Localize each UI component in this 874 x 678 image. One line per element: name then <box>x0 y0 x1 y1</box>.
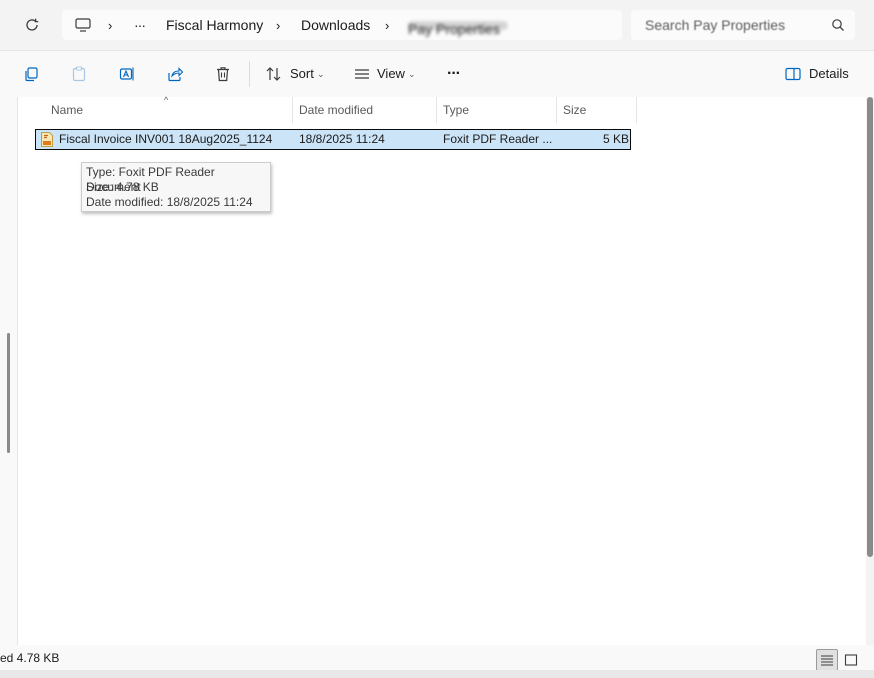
chevron-down-icon: ⌄ <box>408 69 416 79</box>
delete-button[interactable] <box>213 64 233 84</box>
sort-button[interactable]: Sort <box>290 51 314 97</box>
search-input[interactable]: Search Pay Properties <box>645 10 785 40</box>
column-header-size[interactable]: Size <box>563 97 586 123</box>
view-button[interactable]: View <box>377 51 405 97</box>
breadcrumb-downloads[interactable]: Downloads <box>301 10 370 40</box>
file-type: Foxit PDF Reader ... <box>443 132 553 146</box>
share-button[interactable] <box>165 64 185 84</box>
refresh-icon <box>26 18 39 31</box>
paste-button[interactable] <box>69 64 89 84</box>
column-divider[interactable] <box>436 97 437 123</box>
search-placeholder-text: Search Pay Properties <box>645 17 786 33</box>
refresh-button[interactable] <box>20 13 44 37</box>
details-button[interactable]: Details <box>809 51 849 97</box>
address-bar[interactable]: › ··· Fiscal Harmony › Downloads › Pay P… <box>62 10 622 40</box>
status-selection-text: ed 4.78 KB <box>0 651 60 665</box>
share-icon <box>168 67 184 82</box>
tooltip-type: Type: Foxit PDF Reader Document <box>86 165 215 194</box>
chevron-down-icon: ⌄ <box>317 69 325 79</box>
search-box[interactable]: Search Pay Properties <box>631 10 855 40</box>
file-name: Fiscal Invoice INV001 18Aug2025_1124 <box>59 132 273 146</box>
trash-icon <box>217 67 229 82</box>
vertical-scrollbar-thumb[interactable] <box>867 97 873 557</box>
more-options-button[interactable]: ··· <box>447 51 461 97</box>
pdf-file-icon <box>41 132 53 147</box>
file-date-modified: 18/8/2025 11:24 <box>299 132 385 146</box>
this-pc-button[interactable] <box>74 10 92 40</box>
tooltip-size: Size: 4.78 KB <box>86 180 159 194</box>
breadcrumb-more-button[interactable]: ··· <box>134 10 146 40</box>
sort-ascending-icon: ^ <box>164 95 169 105</box>
table-row[interactable]: Fiscal Invoice INV001 18Aug2025_1124 18/… <box>35 129 631 150</box>
column-divider[interactable] <box>556 97 557 123</box>
details-view-button[interactable] <box>816 649 838 671</box>
tooltip-date-modified: Date modified: 18/8/2025 11:24 <box>86 195 253 209</box>
view-icon <box>352 64 372 84</box>
window-bottom-edge <box>0 670 874 678</box>
blurred-folder-name: Pay Properties <box>408 20 508 37</box>
chevron-right-icon: › <box>385 17 390 33</box>
details-pane-icon <box>783 64 803 84</box>
navigation-bar: › ··· Fiscal Harmony › Downloads › Pay P… <box>0 0 874 51</box>
navigation-pane[interactable] <box>0 97 18 645</box>
column-divider[interactable] <box>636 97 637 123</box>
chevron-right-icon: › <box>276 17 281 33</box>
tiles-view-button[interactable] <box>840 649 862 671</box>
monitor-icon <box>75 18 91 32</box>
breadcrumb-current-folder[interactable]: Pay Properties <box>408 10 508 40</box>
command-bar: Sort ⌄ View ⌄ ··· Details <box>0 51 874 98</box>
breadcrumb-fiscal-harmony[interactable]: Fiscal Harmony <box>166 10 263 40</box>
details-view-icon <box>821 655 833 666</box>
search-icon[interactable] <box>831 18 845 32</box>
column-header-name[interactable]: Name <box>51 97 83 123</box>
navigation-pane-scrollbar[interactable] <box>7 333 10 453</box>
column-divider[interactable] <box>292 97 293 123</box>
chevron-right-icon[interactable]: › <box>108 10 112 40</box>
rename-button[interactable] <box>117 64 137 84</box>
rename-icon <box>119 67 134 81</box>
toolbar-divider <box>249 61 250 87</box>
file-info-tooltip: Type: Foxit PDF Reader Document Size: 4.… <box>81 162 271 212</box>
column-header-type[interactable]: Type <box>443 97 469 123</box>
copy-icon <box>25 67 38 82</box>
paste-icon <box>72 66 86 82</box>
sort-icon <box>264 64 284 84</box>
tiles-view-icon <box>844 654 858 666</box>
copy-button[interactable] <box>21 64 41 84</box>
file-size: 5 KB <box>602 132 629 146</box>
column-header-date-modified[interactable]: Date modified <box>299 97 373 123</box>
